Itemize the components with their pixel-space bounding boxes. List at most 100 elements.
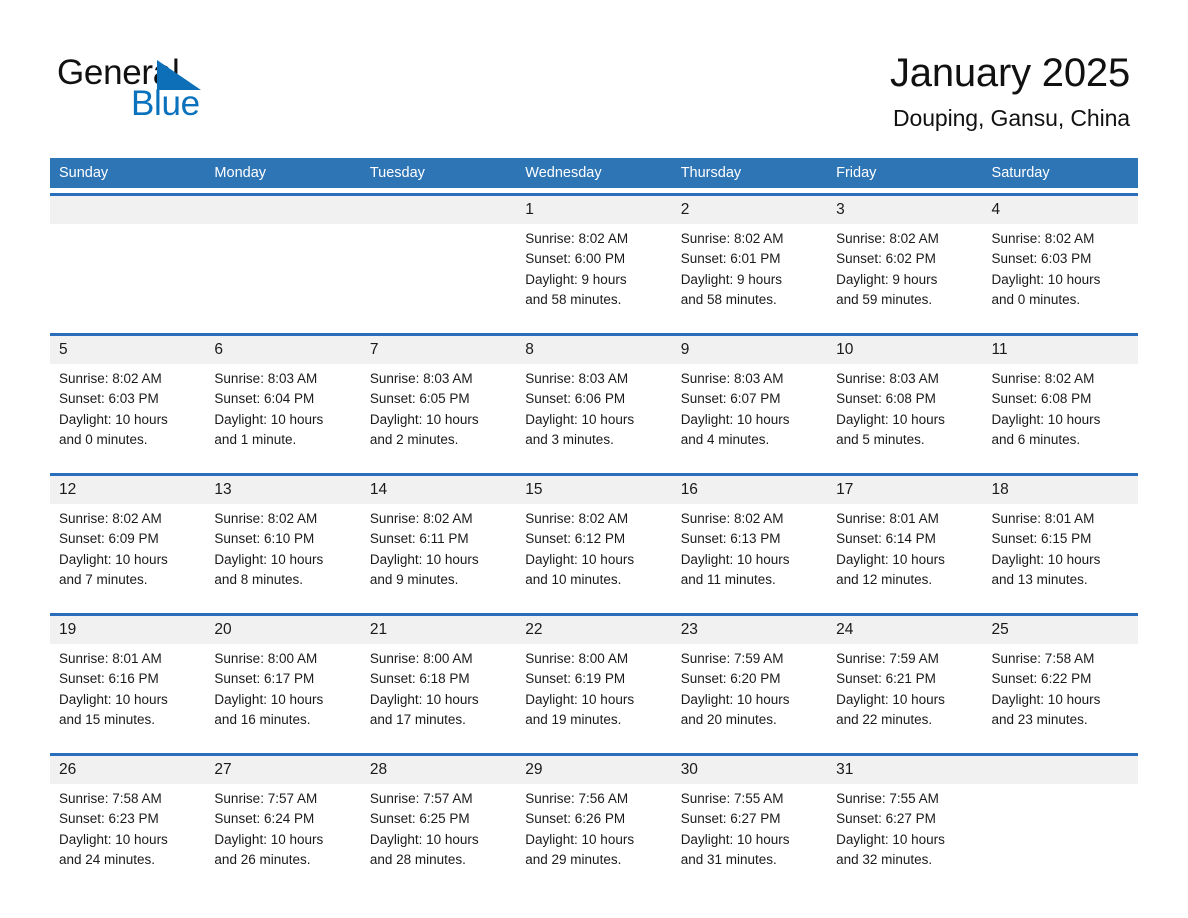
day-cell[interactable]: Sunrise: 8:02 AM Sunset: 6:00 PM Dayligh…	[516, 224, 671, 328]
sunrise-text: Sunrise: 8:01 AM	[59, 651, 162, 666]
day-number[interactable]	[983, 756, 1138, 784]
day-cell[interactable]: Sunrise: 8:03 AM Sunset: 6:06 PM Dayligh…	[516, 364, 671, 468]
day-number[interactable]: 22	[516, 616, 671, 644]
day-cell[interactable]: Sunrise: 8:02 AM Sunset: 6:03 PM Dayligh…	[50, 364, 205, 468]
daylight-text-line2: and 8 minutes.	[214, 571, 303, 587]
week-detail-band: Sunrise: 7:58 AM Sunset: 6:23 PM Dayligh…	[50, 784, 1138, 888]
day-number[interactable]: 24	[827, 616, 982, 644]
day-number[interactable]: 10	[827, 336, 982, 364]
sunrise-text: Sunrise: 8:02 AM	[214, 511, 318, 526]
day-cell[interactable]: Sunrise: 8:01 AM Sunset: 6:14 PM Dayligh…	[827, 504, 982, 608]
day-number[interactable]: 30	[672, 756, 827, 784]
day-number[interactable]: 3	[827, 196, 982, 224]
day-number[interactable]: 9	[672, 336, 827, 364]
day-number[interactable]: 11	[983, 336, 1138, 364]
daylight-text-line1: Daylight: 10 hours	[369, 551, 479, 567]
day-cell[interactable]: Sunrise: 7:55 AM Sunset: 6:27 PM Dayligh…	[672, 784, 827, 888]
day-number[interactable]: 23	[672, 616, 827, 644]
day-number[interactable]: 26	[50, 756, 205, 784]
day-cell[interactable]: Sunrise: 7:59 AM Sunset: 6:21 PM Dayligh…	[827, 644, 982, 748]
day-cell[interactable]: Sunrise: 8:03 AM Sunset: 6:05 PM Dayligh…	[361, 364, 516, 468]
day-number[interactable]: 20	[205, 616, 360, 644]
day-number[interactable]: 1	[516, 196, 671, 224]
daylight-text-line2: and 13 minutes.	[991, 571, 1088, 587]
day-cell[interactable]: Sunrise: 7:58 AM Sunset: 6:23 PM Dayligh…	[50, 784, 205, 888]
calendar-week-row: 5 6 7 8 9 10 11 Sunrise: 8:02 AM Sunset:…	[50, 333, 1138, 468]
day-number[interactable]: 28	[361, 756, 516, 784]
sunset-text: Sunset: 6:01 PM	[680, 251, 781, 267]
day-number[interactable]	[361, 196, 516, 224]
day-number[interactable]: 14	[361, 476, 516, 504]
sunrise-text: Sunrise: 8:02 AM	[59, 371, 162, 386]
day-cell[interactable]: Sunrise: 8:02 AM Sunset: 6:03 PM Dayligh…	[983, 224, 1138, 328]
daylight-text-line1: Daylight: 10 hours	[836, 411, 945, 427]
weekday-header-tuesday: Tuesday	[369, 165, 425, 181]
day-cell[interactable]: Sunrise: 8:02 AM Sunset: 6:02 PM Dayligh…	[827, 224, 982, 328]
day-cell[interactable]: Sunrise: 7:57 AM Sunset: 6:25 PM Dayligh…	[361, 784, 516, 888]
day-number[interactable]: 19	[50, 616, 205, 644]
day-cell[interactable]: Sunrise: 8:00 AM Sunset: 6:18 PM Dayligh…	[361, 644, 516, 748]
day-number[interactable]: 7	[361, 336, 516, 364]
day-cell[interactable]: Sunrise: 8:00 AM Sunset: 6:17 PM Dayligh…	[205, 644, 360, 748]
week-number-band: 1 2 3 4	[50, 196, 1138, 224]
day-number[interactable]: 8	[516, 336, 671, 364]
calendar-week-row: 26 27 28 29 30 31 Sunrise: 7:58 AM Sunse…	[50, 753, 1138, 888]
general-blue-logo[interactable]: General Blue	[57, 53, 357, 133]
day-number[interactable]: 18	[983, 476, 1138, 504]
day-cell[interactable]: Sunrise: 8:02 AM Sunset: 6:12 PM Dayligh…	[516, 504, 671, 608]
day-number[interactable]: 4	[983, 196, 1138, 224]
sunset-text: Sunset: 6:04 PM	[214, 391, 315, 407]
day-number[interactable]: 13	[205, 476, 360, 504]
sunset-text: Sunset: 6:08 PM	[991, 391, 1092, 407]
day-number[interactable]: 29	[516, 756, 671, 784]
day-cell[interactable]: Sunrise: 7:56 AM Sunset: 6:26 PM Dayligh…	[516, 784, 671, 888]
day-cell[interactable]: Sunrise: 8:02 AM Sunset: 6:11 PM Dayligh…	[361, 504, 516, 608]
daylight-text-line2: and 7 minutes.	[59, 571, 148, 587]
day-cell[interactable]: Sunrise: 7:57 AM Sunset: 6:24 PM Dayligh…	[205, 784, 360, 888]
daylight-text-line1: Daylight: 10 hours	[59, 831, 168, 847]
daylight-text-line2: and 10 minutes.	[525, 571, 622, 587]
day-number[interactable]	[205, 196, 360, 224]
day-cell[interactable]: Sunrise: 8:02 AM Sunset: 6:08 PM Dayligh…	[983, 364, 1138, 468]
day-cell[interactable]: Sunrise: 8:02 AM Sunset: 6:01 PM Dayligh…	[672, 224, 827, 328]
daylight-text-line1: Daylight: 10 hours	[59, 551, 168, 567]
sunrise-text: Sunrise: 7:59 AM	[680, 651, 784, 666]
day-number[interactable]: 12	[50, 476, 205, 504]
day-cell[interactable]: Sunrise: 8:02 AM Sunset: 6:10 PM Dayligh…	[205, 504, 360, 608]
daylight-text-line2: and 16 minutes.	[214, 711, 311, 727]
day-number[interactable]: 16	[672, 476, 827, 504]
day-number[interactable]: 27	[205, 756, 360, 784]
calendar-week-row: 19 20 21 22 23 24 25 Sunrise: 8:01 AM Su…	[50, 613, 1138, 748]
day-cell[interactable]: Sunrise: 7:59 AM Sunset: 6:20 PM Dayligh…	[672, 644, 827, 748]
day-cell[interactable]: Sunrise: 8:01 AM Sunset: 6:15 PM Dayligh…	[983, 504, 1138, 608]
day-number[interactable]: 5	[50, 336, 205, 364]
day-cell[interactable]: Sunrise: 8:00 AM Sunset: 6:19 PM Dayligh…	[516, 644, 671, 748]
day-number[interactable]: 2	[672, 196, 827, 224]
sunset-text: Sunset: 6:22 PM	[991, 671, 1092, 687]
day-number[interactable]	[50, 196, 205, 224]
day-cell[interactable]: Sunrise: 8:01 AM Sunset: 6:16 PM Dayligh…	[50, 644, 205, 748]
day-cell[interactable]: Sunrise: 8:02 AM Sunset: 6:13 PM Dayligh…	[672, 504, 827, 608]
day-cell[interactable]: Sunrise: 8:03 AM Sunset: 6:08 PM Dayligh…	[827, 364, 982, 468]
sunrise-text: Sunrise: 8:03 AM	[836, 371, 939, 386]
day-cell[interactable]: Sunrise: 8:02 AM Sunset: 6:09 PM Dayligh…	[50, 504, 205, 608]
weekday-header-wednesday: Wednesday	[525, 165, 602, 181]
day-cell[interactable]: Sunrise: 8:03 AM Sunset: 6:07 PM Dayligh…	[672, 364, 827, 468]
daylight-text-line2: and 12 minutes.	[836, 571, 933, 587]
day-number[interactable]: 15	[516, 476, 671, 504]
day-number[interactable]: 25	[983, 616, 1138, 644]
sunset-text: Sunset: 6:26 PM	[525, 811, 626, 827]
day-cell[interactable]: Sunrise: 7:55 AM Sunset: 6:27 PM Dayligh…	[827, 784, 982, 888]
day-number[interactable]: 6	[205, 336, 360, 364]
daylight-text-line2: and 59 minutes.	[836, 291, 933, 307]
day-cell[interactable]: Sunrise: 8:03 AM Sunset: 6:04 PM Dayligh…	[205, 364, 360, 468]
day-cell[interactable]: Sunrise: 7:58 AM Sunset: 6:22 PM Dayligh…	[983, 644, 1138, 748]
page-subtitle: Douping, Gansu, China	[893, 105, 1130, 131]
daylight-text-line2: and 19 minutes.	[525, 711, 622, 727]
day-number[interactable]: 31	[827, 756, 982, 784]
day-number[interactable]: 17	[827, 476, 982, 504]
daylight-text-line2: and 20 minutes.	[680, 711, 777, 727]
daylight-text-line1: Daylight: 9 hours	[525, 271, 627, 287]
sunrise-text: Sunrise: 8:00 AM	[525, 651, 629, 666]
day-number[interactable]: 21	[361, 616, 516, 644]
